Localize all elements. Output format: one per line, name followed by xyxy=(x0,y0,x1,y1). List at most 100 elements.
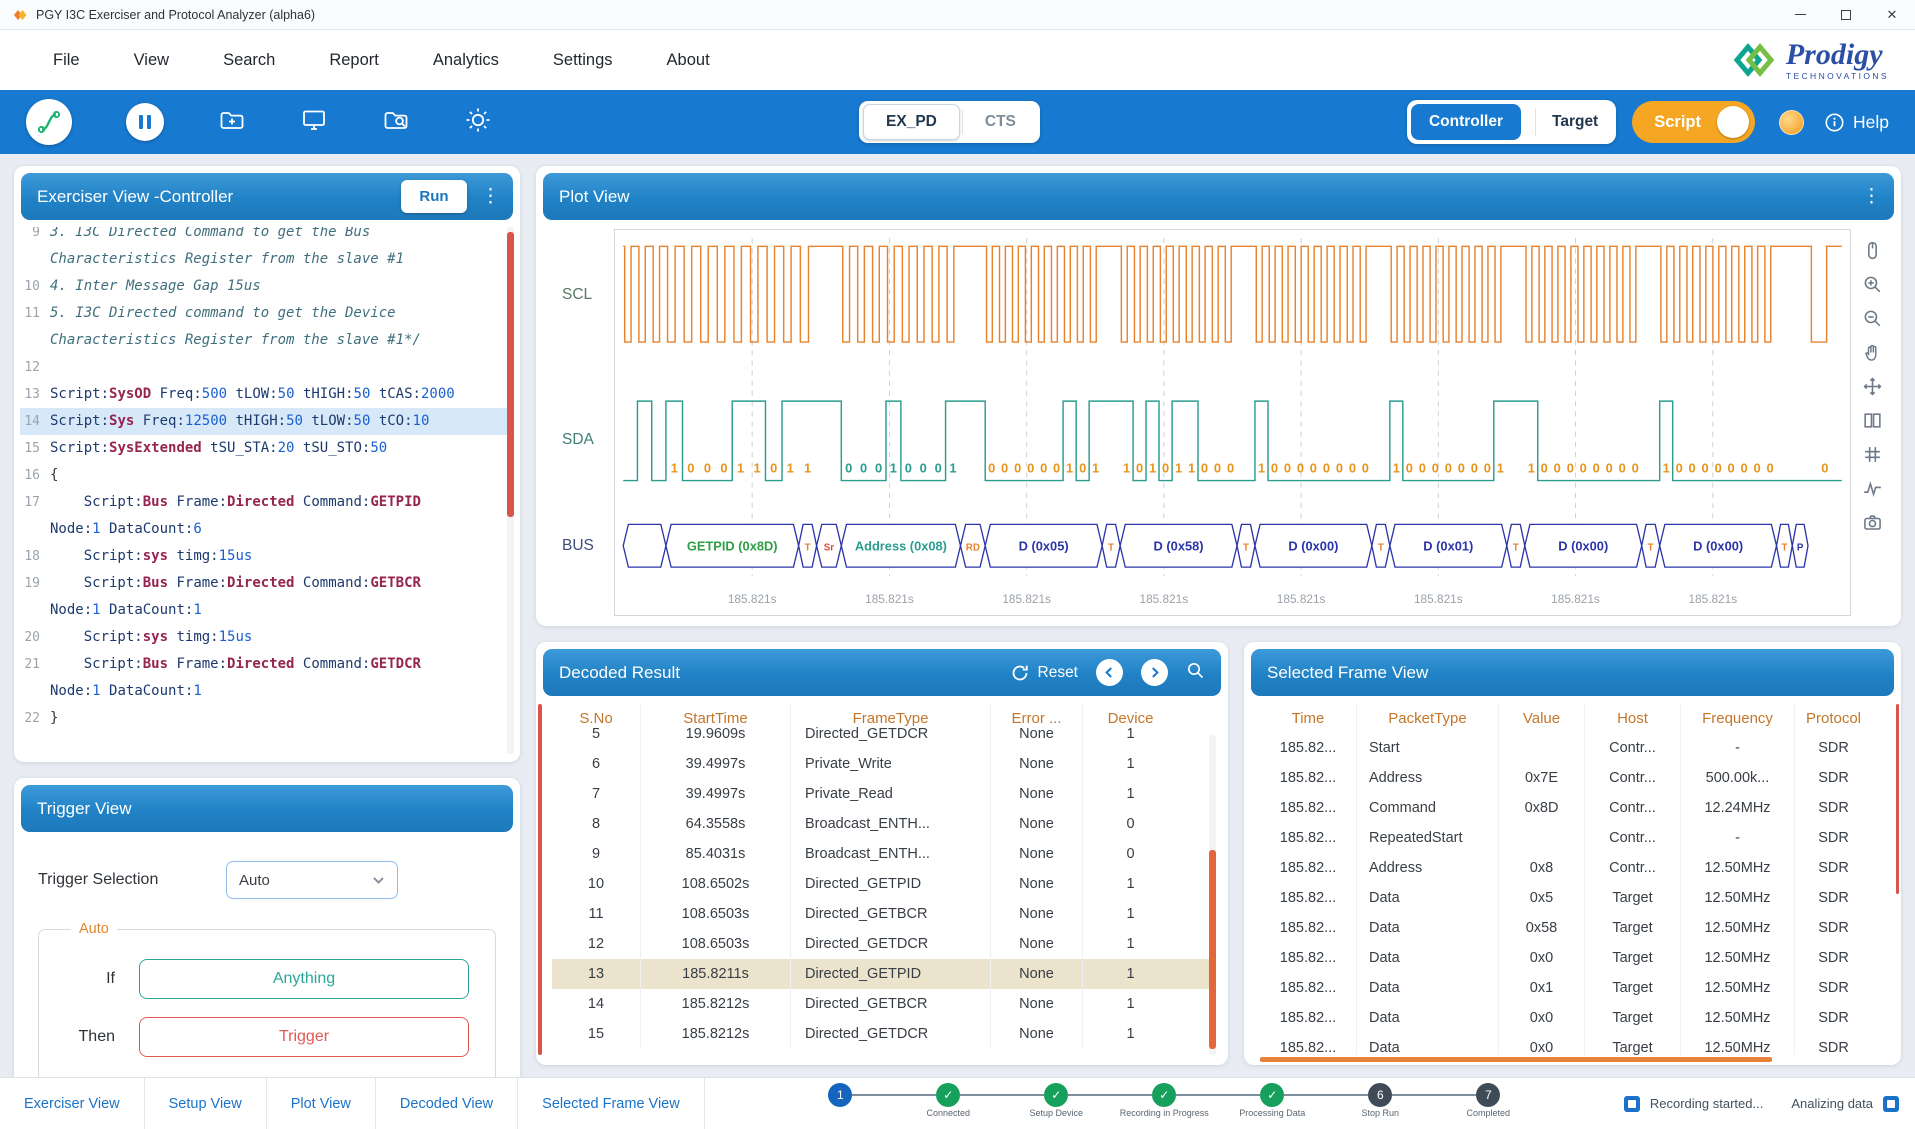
decoded-left-scrollbar[interactable] xyxy=(538,704,542,1055)
decoded-row[interactable]: 14185.8212sDirected_GETBCRNone1 xyxy=(552,989,1216,1019)
split-view-button[interactable] xyxy=(1859,407,1885,433)
bottom-tab-plot-view[interactable]: Plot View xyxy=(267,1078,376,1129)
trigger-selection-dropdown[interactable]: Auto xyxy=(226,861,398,899)
selected-frame-row[interactable]: 185.82...Data0x58Target12.50MHzSDR xyxy=(1260,913,1889,943)
menu-item-settings[interactable]: Settings xyxy=(526,51,640,70)
code-line[interactable]: Node:1 DataCount:1 xyxy=(20,597,514,624)
script-toggle[interactable]: Script xyxy=(1632,101,1755,143)
selected-frame-row[interactable]: 185.82...Data0x1Target12.50MHzSDR xyxy=(1260,973,1889,1003)
bottom-tab-selected-frame-view[interactable]: Selected Frame View xyxy=(518,1078,705,1129)
exerciser-tool-button[interactable] xyxy=(26,99,72,145)
menu-item-about[interactable]: About xyxy=(640,51,737,70)
selected-frame-row[interactable]: 185.82...RepeatedStartContr...-SDR xyxy=(1260,823,1889,853)
theme-button[interactable] xyxy=(1779,110,1804,135)
previous-frame-button[interactable] xyxy=(1096,659,1123,686)
decoded-row[interactable]: 519.9609sDirected_GETDCRNone1 xyxy=(552,719,1216,749)
settings-button[interactable] xyxy=(464,106,492,139)
code-line[interactable]: 20 Script:sys timg:15us xyxy=(20,624,514,651)
code-line[interactable]: 93. I3C Directed Command to get the Bus xyxy=(20,227,514,246)
tab-cts[interactable]: CTS xyxy=(963,113,1038,131)
bottom-tab-setup-view[interactable]: Setup View xyxy=(145,1078,267,1129)
bottom-tab-exerciser-view[interactable]: Exerciser View xyxy=(0,1078,145,1129)
editor-scrollbar-thumb[interactable] xyxy=(507,232,514,517)
code-line[interactable]: 18 Script:sys timg:15us xyxy=(20,543,514,570)
menu-item-analytics[interactable]: Analytics xyxy=(406,51,526,70)
menu-item-report[interactable]: Report xyxy=(302,51,406,70)
decoded-cell: 7 xyxy=(552,779,640,809)
editor-scrollbar[interactable] xyxy=(507,227,514,754)
code-line[interactable]: 115. I3C Directed command to get the Dev… xyxy=(20,300,514,327)
selected-frame-hscrollbar-thumb[interactable] xyxy=(1260,1057,1772,1062)
waveform-canvas[interactable]: 185.821s185.821s185.821s185.821s185.821s… xyxy=(614,229,1851,616)
device-view-button[interactable] xyxy=(300,106,328,139)
decoded-row[interactable]: 10108.6502sDirected_GETPIDNone1 xyxy=(552,869,1216,899)
code-line[interactable]: 104. Inter Message Gap 15us xyxy=(20,273,514,300)
decoded-row[interactable]: 739.4997sPrivate_ReadNone1 xyxy=(552,779,1216,809)
pan-button[interactable] xyxy=(1859,339,1885,365)
if-condition-button[interactable]: Anything xyxy=(139,959,469,999)
selected-frame-row[interactable]: 185.82...Address0x8Contr...12.50MHzSDR xyxy=(1260,853,1889,883)
decoded-row[interactable]: 13185.8211sDirected_GETPIDNone1 xyxy=(552,959,1216,989)
code-line[interactable]: Node:1 DataCount:6 xyxy=(20,516,514,543)
new-project-button[interactable] xyxy=(218,106,246,139)
decoded-row[interactable]: 12108.6503sDirected_GETDCRNone1 xyxy=(552,929,1216,959)
script-editor[interactable]: 93. I3C Directed Command to get the BusC… xyxy=(20,227,514,754)
file-browser-button[interactable] xyxy=(382,106,410,139)
help-button[interactable]: Help xyxy=(1824,112,1889,133)
move-tool-button[interactable] xyxy=(1859,373,1885,399)
code-line[interactable]: Characteristics Register from the slave … xyxy=(20,327,514,354)
search-button[interactable] xyxy=(1186,661,1205,685)
zoom-in-button[interactable] xyxy=(1859,271,1885,297)
decoded-row[interactable]: 985.4031sBroadcast_ENTH...None0 xyxy=(552,839,1216,869)
grid-toggle-button[interactable] xyxy=(1859,441,1885,467)
reset-button[interactable]: Reset xyxy=(1010,663,1079,683)
code-line[interactable]: 15Script:SysExtended tSU_STA:20 tSU_STO:… xyxy=(20,435,514,462)
code-line[interactable]: 22} xyxy=(20,705,514,732)
plot-menu-icon[interactable]: ⋮ xyxy=(1862,185,1878,208)
code-line[interactable]: 17 Script:Bus Frame:Directed Command:GET… xyxy=(20,489,514,516)
selected-frame-row[interactable]: 185.82...Command0x8DContr...12.24MHzSDR xyxy=(1260,793,1889,823)
snapshot-button[interactable] xyxy=(1859,509,1885,535)
decoded-row[interactable]: 639.4997sPrivate_WriteNone1 xyxy=(552,749,1216,779)
bottom-tab-decoded-view[interactable]: Decoded View xyxy=(376,1078,518,1129)
code-line[interactable]: Node:1 DataCount:1 xyxy=(20,678,514,705)
run-button[interactable]: Run xyxy=(401,180,467,213)
decoded-row[interactable]: 864.3558sBroadcast_ENTH...None0 xyxy=(552,809,1216,839)
then-action-button[interactable]: Trigger xyxy=(139,1017,469,1057)
menu-item-view[interactable]: View xyxy=(107,51,196,70)
decoded-cell: 185.8212s xyxy=(640,1019,790,1049)
menu-item-search[interactable]: Search xyxy=(196,51,302,70)
tab-controller[interactable]: Controller xyxy=(1411,104,1521,140)
code-line[interactable]: Characteristics Register from the slave … xyxy=(20,246,514,273)
close-button[interactable]: ✕ xyxy=(1869,0,1915,29)
minimize-button[interactable] xyxy=(1777,0,1823,29)
code-line[interactable]: 14Script:Sys Freq:12500 tHIGH:50 tLOW:50… xyxy=(20,408,514,435)
menu-item-file[interactable]: File xyxy=(26,51,107,70)
code-token: GETDCR xyxy=(370,656,421,672)
selected-frame-row[interactable]: 185.82...Data0x0Target12.50MHzSDR xyxy=(1260,1033,1889,1055)
code-line[interactable]: 21 Script:Bus Frame:Directed Command:GET… xyxy=(20,651,514,678)
code-line[interactable]: 13Script:SysOD Freq:500 tLOW:50 tHIGH:50… xyxy=(20,381,514,408)
decoded-row[interactable]: 11108.6503sDirected_GETBCRNone1 xyxy=(552,899,1216,929)
tab-ex-pd[interactable]: EX_PD xyxy=(863,104,960,140)
pointer-tool-button[interactable] xyxy=(1859,237,1885,263)
selected-frame-row[interactable]: 185.82...StartContr...-SDR xyxy=(1260,733,1889,763)
selected-frame-scrollbar-thumb[interactable] xyxy=(1896,704,1900,894)
decoded-scrollbar-thumb[interactable] xyxy=(1209,850,1216,1048)
selected-frame-row[interactable]: 185.82...Data0x5Target12.50MHzSDR xyxy=(1260,883,1889,913)
tab-target[interactable]: Target xyxy=(1550,113,1612,131)
selected-frame-row[interactable]: 185.82...Data0x0Target12.50MHzSDR xyxy=(1260,1003,1889,1033)
decoded-scrollbar[interactable] xyxy=(1209,735,1216,1055)
zoom-out-button[interactable] xyxy=(1859,305,1885,331)
selected-frame-row[interactable]: 185.82...Data0x0Target12.50MHzSDR xyxy=(1260,943,1889,973)
maximize-button[interactable] xyxy=(1823,0,1869,29)
exerciser-menu-icon[interactable]: ⋮ xyxy=(481,185,497,208)
next-frame-button[interactable] xyxy=(1141,659,1168,686)
code-line[interactable]: 16{ xyxy=(20,462,514,489)
code-line[interactable]: 12 xyxy=(20,354,514,381)
selected-frame-row[interactable]: 185.82...Address0x7EContr...500.00k...SD… xyxy=(1260,763,1889,793)
waveform-tool-button[interactable] xyxy=(1859,475,1885,501)
decoded-row[interactable]: 15185.8212sDirected_GETDCRNone1 xyxy=(552,1019,1216,1049)
code-line[interactable]: 19 Script:Bus Frame:Directed Command:GET… xyxy=(20,570,514,597)
pause-button[interactable] xyxy=(126,103,164,141)
